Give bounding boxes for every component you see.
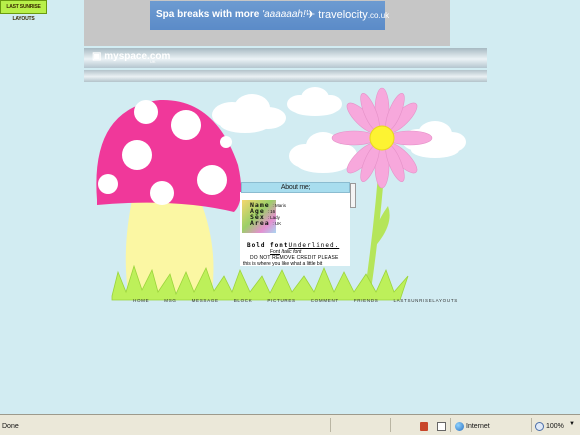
nav-link-pictures[interactable]: PICTURES: [267, 298, 295, 303]
underlined-sample: Underlined.: [288, 242, 340, 249]
globe-icon: [455, 422, 464, 431]
status-text: Done: [2, 423, 19, 430]
cloud-icon: [212, 94, 286, 133]
about-me-scrollbar[interactable]: [350, 183, 356, 208]
zoom-icon: [535, 422, 544, 431]
nav-link-message[interactable]: MESSAGE: [192, 298, 219, 303]
bold-font-sample: Bold fontUnderlined.: [247, 242, 340, 249]
status-divider: [390, 418, 391, 432]
popup-blocker-icon[interactable]: [437, 422, 446, 431]
security-icon[interactable]: [420, 422, 428, 431]
profile-field-area: Area : UK: [250, 219, 282, 227]
profile-nav-links: HOME MSG MESSAGE BLOCK PICTURES COMMENT …: [133, 298, 465, 303]
status-divider: [531, 418, 532, 432]
browser-viewport: LAST SUNRISE LAYOUTS Spa breaks with mor…: [0, 0, 580, 414]
browser-status-bar: Done Internet 100% ▼: [0, 414, 580, 435]
about-body-text: this is where you like what a little bit: [243, 261, 323, 267]
chevron-down-icon[interactable]: ▼: [569, 421, 575, 427]
nav-link-block[interactable]: BLOCK: [234, 298, 253, 303]
status-divider: [330, 418, 331, 432]
nav-link-comment[interactable]: COMMENT: [311, 298, 339, 303]
zoom-level[interactable]: 100%: [546, 423, 564, 430]
security-zone[interactable]: Internet: [466, 423, 490, 430]
status-divider: [450, 418, 451, 432]
about-me-header: About me;: [241, 182, 350, 193]
nav-link-home[interactable]: HOME: [133, 298, 149, 303]
nav-link-msg[interactable]: MSG: [164, 298, 176, 303]
nav-link-lastsunriselayouts[interactable]: LASTSUNRISELAYOUTS: [393, 298, 458, 303]
flower-center: [369, 125, 395, 151]
nav-link-friends[interactable]: FRIENDS: [354, 298, 379, 303]
cloud-icon: [287, 87, 342, 116]
